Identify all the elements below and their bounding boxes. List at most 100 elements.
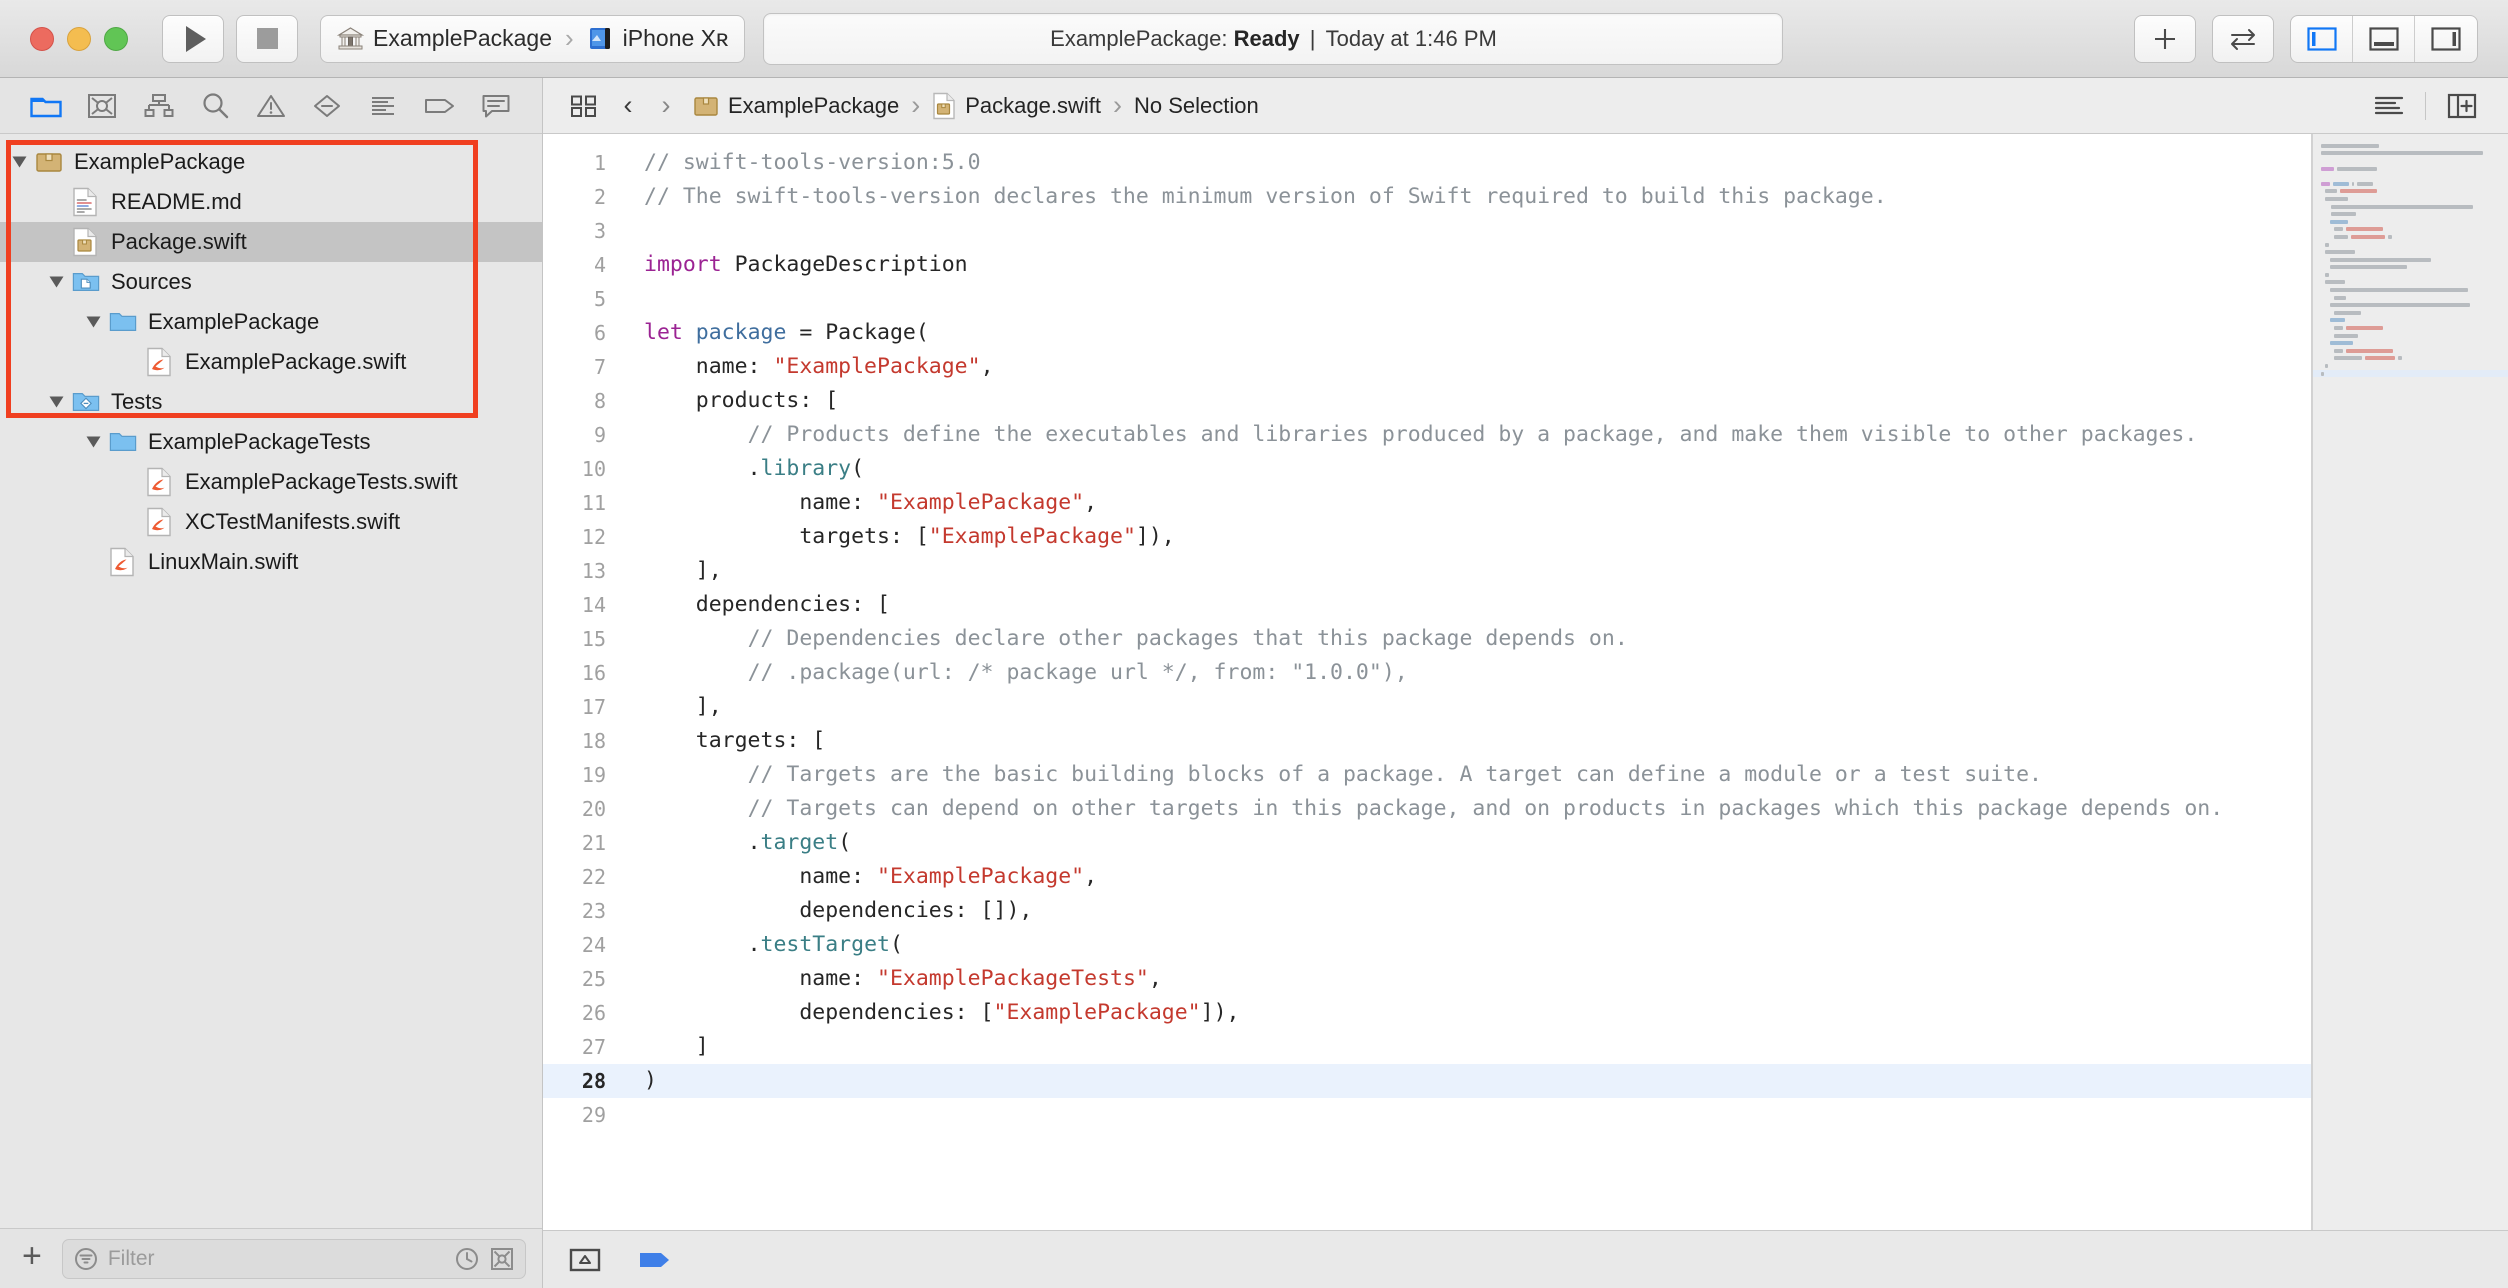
code-line[interactable]: 8 products: [ [543,384,2311,418]
code-lines-button[interactable] [2361,86,2417,126]
tree-row-sources[interactable]: Sources [0,262,542,302]
minimap-line [2313,355,2508,363]
code-line[interactable]: 3 [543,214,2311,248]
tree-row-readme-md[interactable]: README.md [0,182,542,222]
code-token-pl: = Package( [786,320,928,345]
code-line[interactable]: 24 .testTarget( [543,928,2311,962]
code-line[interactable]: 19 // Targets are the basic building blo… [543,758,2311,792]
navigate-back-button[interactable]: ‹ [611,90,645,121]
code-line[interactable]: 7 name: "ExamplePackage", [543,350,2311,384]
code-line[interactable]: 25 name: "ExamplePackageTests", [543,962,2311,996]
tree-row-linuxmain-swift[interactable]: LinuxMain.swift [0,542,542,582]
run-button[interactable] [162,15,224,63]
hide-console-button[interactable] [569,1247,601,1273]
source-code-editor[interactable]: 1// swift-tools-version:5.02// The swift… [543,134,2312,1230]
code-token-kw: let [644,320,683,345]
minimap-line [2313,362,2508,370]
code-line[interactable]: 29 [543,1098,2311,1132]
code-line[interactable]: 12 targets: ["ExamplePackage"]), [543,520,2311,554]
navigator-tab-reports[interactable] [468,86,524,126]
code-line[interactable]: 18 targets: [ [543,724,2311,758]
minimap-line [2313,347,2508,355]
stop-button[interactable] [236,15,298,63]
zoom-button[interactable] [104,27,128,51]
navigate-forward-button[interactable]: › [649,90,683,121]
code-line[interactable]: 20 // Targets can depend on other target… [543,792,2311,826]
code-line[interactable]: 21 .target( [543,826,2311,860]
disclosure-triangle-icon[interactable] [50,277,64,288]
tree-row-label: ExamplePackage.swift [185,349,406,375]
project-navigator-tree[interactable]: ExamplePackageREADME.mdPackage.swiftSour… [0,134,542,1228]
disclosure-triangle-icon[interactable] [87,437,101,448]
navigator-tab-issues[interactable] [243,86,299,126]
toggle-navigator-button[interactable] [2291,16,2353,62]
navigator-tab-project[interactable] [18,86,74,126]
code-text [628,214,2311,248]
minimap-segment [2357,182,2373,186]
toggle-debug-area-button[interactable] [2353,16,2415,62]
code-line[interactable]: 9 // Products define the executables and… [543,418,2311,452]
code-line[interactable]: 4import PackageDescription [543,248,2311,282]
add-button[interactable] [2134,15,2196,63]
tree-row-examplepackagetests[interactable]: ExamplePackageTests [0,422,542,462]
minimap-segment [2333,182,2349,186]
code-line-current[interactable]: 28) [543,1064,2311,1098]
filter-field[interactable] [62,1239,526,1279]
code-line[interactable]: 17 ], [543,690,2311,724]
minimize-button[interactable] [67,27,91,51]
code-text: .library( [628,452,2311,486]
navigator-tab-breakpoints[interactable] [412,86,468,126]
navigator-tab-find[interactable] [187,86,243,126]
navigator-tab-source-control[interactable] [74,86,130,126]
tree-row-tests[interactable]: Tests [0,382,542,422]
code-line[interactable]: 1// swift-tools-version:5.0 [543,146,2311,180]
disclosure-triangle-icon[interactable] [87,317,101,328]
disclosure-triangle-icon[interactable] [13,157,27,168]
tree-row-xctestmanifests-swift[interactable]: XCTestManifests.swift [0,502,542,542]
tree-row-examplepackagetests-swift[interactable]: ExamplePackageTests.swift [0,462,542,502]
breadcrumb-item-file[interactable]: Package.swift [926,92,1107,120]
code-text: // swift-tools-version:5.0 [628,146,2311,180]
code-line[interactable]: 10 .library( [543,452,2311,486]
filter-input[interactable] [108,1247,445,1271]
code-line[interactable]: 13 ], [543,554,2311,588]
tree-row-examplepackage[interactable]: ExamplePackage [0,142,542,182]
code-line[interactable]: 23 dependencies: []), [543,894,2311,928]
navigator-tab-symbol[interactable] [130,86,186,126]
tree-row-examplepackage-swift[interactable]: ExamplePackage.swift [0,342,542,382]
code-text: // The swift-tools-version declares the … [628,180,2311,214]
minimap-segment [2351,235,2385,239]
breakpoints-toggle-button[interactable] [637,1247,673,1273]
close-button[interactable] [30,27,54,51]
related-items-button[interactable] [561,86,607,126]
minimap-line [2313,324,2508,332]
swap-editors-button[interactable] [2212,15,2274,63]
code-line[interactable]: 6let package = Package( [543,316,2311,350]
toggle-inspector-button[interactable] [2415,16,2477,62]
code-line[interactable]: 14 dependencies: [ [543,588,2311,622]
code-line[interactable]: 5 [543,282,2311,316]
breadcrumb-item-selection[interactable]: No Selection [1128,93,1265,119]
add-file-button[interactable]: + [16,1239,48,1278]
code-token-pl: , [1149,966,1162,991]
code-line[interactable]: 22 name: "ExamplePackage", [543,860,2311,894]
code-line[interactable]: 2// The swift-tools-version declares the… [543,180,2311,214]
code-line[interactable]: 27 ] [543,1030,2311,1064]
minimap-segment [2325,364,2328,368]
disclosure-triangle-icon[interactable] [50,397,64,408]
line-number: 6 [543,316,628,350]
tree-row-examplepackage[interactable]: ExamplePackage [0,302,542,342]
code-line[interactable]: 16 // .package(url: /* package url */, f… [543,656,2311,690]
code-line[interactable]: 11 name: "ExamplePackage", [543,486,2311,520]
add-editor-button[interactable] [2434,86,2490,126]
code-minimap[interactable] [2312,134,2508,1230]
tree-row-package-swift[interactable]: Package.swift [0,222,542,262]
minimap-segment [2334,326,2343,330]
scheme-selector[interactable]: ExamplePackage › iPhone Xʀ [320,15,745,63]
code-line[interactable]: 26 dependencies: ["ExamplePackage"]), [543,996,2311,1030]
navigator-tab-tests[interactable] [299,86,355,126]
code-line[interactable]: 15 // Dependencies declare other package… [543,622,2311,656]
navigator-tab-debug[interactable] [355,86,411,126]
tree-row-label: ExamplePackageTests.swift [185,469,458,495]
breadcrumb-item-project[interactable]: ExamplePackage [687,93,905,119]
